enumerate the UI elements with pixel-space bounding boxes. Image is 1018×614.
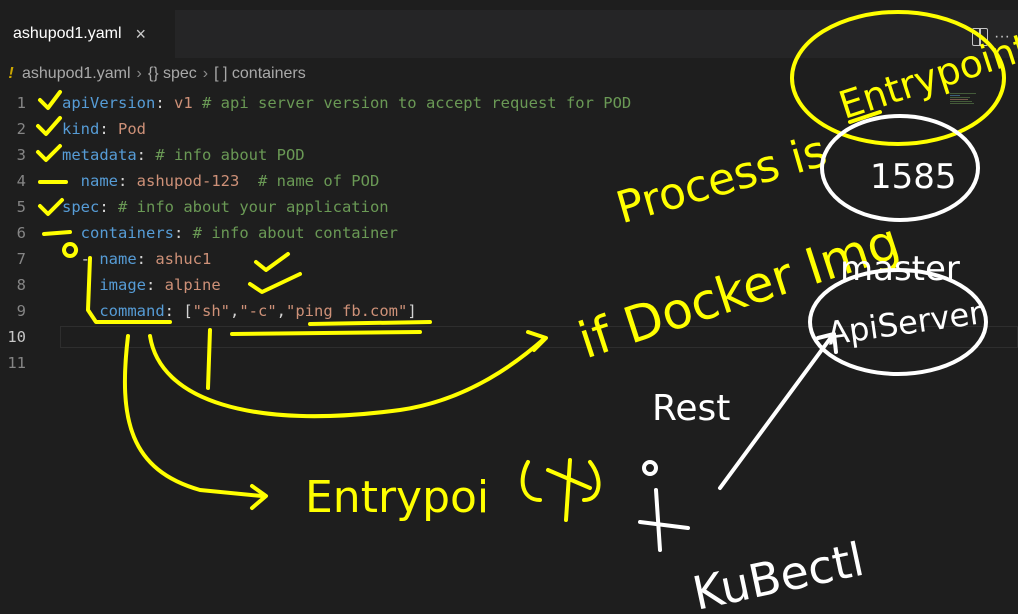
code-token: : bbox=[155, 94, 174, 112]
code-token: : bbox=[173, 224, 193, 242]
line-number: 7 bbox=[16, 250, 26, 268]
code-line[interactable]: 8 image: alpine bbox=[0, 272, 1018, 298]
code-token: alpine bbox=[164, 276, 221, 294]
code-token: # name of POD bbox=[239, 172, 380, 190]
line-number: 4 bbox=[16, 172, 26, 190]
title-strip bbox=[0, 0, 1018, 10]
code-token: ] bbox=[407, 302, 417, 320]
line-number: 5 bbox=[16, 198, 26, 216]
line-number: 9 bbox=[16, 302, 26, 320]
code-token: : bbox=[118, 172, 137, 190]
code-token: metadata bbox=[62, 146, 137, 164]
breadcrumb-file[interactable]: ashupod1.yaml bbox=[22, 65, 131, 83]
code-token: : [ bbox=[164, 302, 193, 320]
code-token: Pod bbox=[118, 120, 146, 138]
code-token: command bbox=[62, 302, 165, 320]
tab-bar: ashupod1.yaml × ··· bbox=[0, 10, 1018, 58]
close-icon[interactable]: × bbox=[136, 24, 147, 45]
code-line[interactable]: 2 kind: Pod bbox=[0, 116, 1018, 142]
code-token: : bbox=[146, 276, 165, 294]
code-token: : bbox=[136, 146, 156, 164]
code-token: ashupod-123 bbox=[136, 172, 240, 190]
code-token: # info about container bbox=[192, 224, 398, 242]
line-number: 3 bbox=[16, 146, 26, 164]
code-token: containers bbox=[62, 224, 174, 242]
tab-label: ashupod1.yaml bbox=[13, 25, 122, 42]
breadcrumb-spec[interactable]: {} spec bbox=[148, 65, 197, 83]
line-number: 2 bbox=[16, 120, 26, 138]
line-text: - name: ashuc1 bbox=[62, 246, 212, 272]
code-token: image bbox=[62, 276, 146, 294]
user-head bbox=[642, 460, 658, 476]
annotation-kubectl: KuBectl bbox=[688, 532, 868, 614]
code-token: name bbox=[99, 250, 137, 268]
breadcrumb-containers[interactable]: [ ] containers bbox=[214, 65, 306, 83]
code-token: : bbox=[136, 250, 156, 268]
user-body bbox=[638, 488, 690, 552]
code-token: name bbox=[62, 172, 118, 190]
code-line[interactable]: 10 bbox=[0, 324, 1018, 350]
annotation-entrypoint: Entrypoi bbox=[305, 472, 489, 523]
line-text: image: alpine bbox=[62, 272, 221, 298]
line-text: name: ashupod-123 # name of POD bbox=[62, 168, 380, 194]
code-token: v1 bbox=[174, 94, 193, 112]
code-token: : bbox=[99, 120, 118, 138]
annotation-rest: Rest bbox=[652, 388, 730, 429]
code-token: kind bbox=[62, 120, 100, 138]
line-number: 6 bbox=[16, 224, 26, 242]
code-token: apiVersion bbox=[62, 94, 156, 112]
code-line[interactable]: 3 metadata: # info about POD bbox=[0, 142, 1018, 168]
code-editor[interactable]: 1 apiVersion: v1 # api server version to … bbox=[0, 90, 1018, 376]
code-line[interactable]: 1 apiVersion: v1 # api server version to … bbox=[0, 90, 1018, 116]
line-number: 11 bbox=[7, 354, 26, 372]
chevron-right-icon: › bbox=[136, 65, 142, 82]
code-token: - bbox=[62, 250, 100, 268]
code-token: : bbox=[99, 198, 118, 216]
minimap bbox=[950, 93, 976, 104]
line-number: 8 bbox=[16, 276, 26, 294]
code-token: ashuc1 bbox=[155, 250, 212, 268]
code-token: , bbox=[229, 302, 240, 320]
code-token: # info about your application bbox=[118, 198, 389, 216]
code-token: # info about POD bbox=[155, 146, 305, 164]
breadcrumb: ! ashupod1.yaml › {} spec › [ ] containe… bbox=[0, 58, 1018, 90]
code-token: # api server version to accept request f… bbox=[192, 94, 632, 112]
code-token: "-c" bbox=[239, 302, 277, 320]
code-line[interactable]: 7 - name: ashuc1 bbox=[0, 246, 1018, 272]
yaml-warning-icon: ! bbox=[8, 65, 14, 82]
code-line[interactable]: 5 spec: # info about your application bbox=[0, 194, 1018, 220]
code-line[interactable]: 11 bbox=[0, 350, 1018, 376]
line-number: 1 bbox=[16, 94, 26, 112]
code-line[interactable]: 6 containers: # info about container bbox=[0, 220, 1018, 246]
editor-actions: ··· bbox=[972, 28, 1010, 46]
line-text: apiVersion: v1 # api server version to a… bbox=[62, 90, 631, 116]
code-line[interactable]: 4 name: ashupod-123 # name of POD bbox=[0, 168, 1018, 194]
line-text: spec: # info about your application bbox=[62, 194, 389, 220]
code-token: , bbox=[276, 302, 286, 320]
split-editor-icon[interactable] bbox=[972, 28, 989, 46]
code-line[interactable]: 9 command: ["sh","-c","ping fb.com"] bbox=[0, 298, 1018, 324]
line-text: kind: Pod bbox=[62, 116, 146, 142]
line-text: metadata: # info about POD bbox=[62, 142, 305, 168]
chevron-right-icon: › bbox=[202, 65, 209, 82]
code-token: spec bbox=[62, 198, 100, 216]
code-token: "sh" bbox=[192, 302, 230, 320]
line-text: containers: # info about container bbox=[62, 220, 398, 246]
current-line-highlight bbox=[60, 326, 1018, 348]
tab-ashupod1-yaml[interactable]: ashupod1.yaml × bbox=[0, 10, 175, 58]
line-text: command: ["sh","-c","ping fb.com"] bbox=[62, 298, 417, 324]
more-actions-icon[interactable]: ··· bbox=[994, 28, 1010, 46]
code-token: "ping fb.com" bbox=[286, 302, 408, 320]
line-number: 10 bbox=[7, 328, 26, 346]
